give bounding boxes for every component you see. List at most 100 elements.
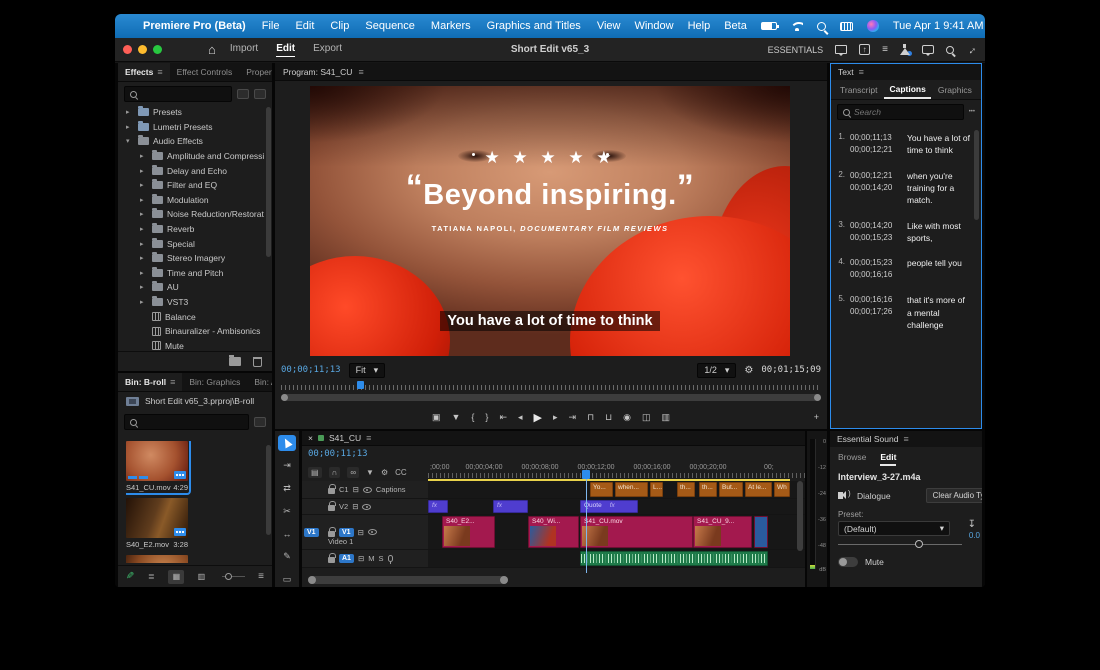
tree-item[interactable]: Balance <box>118 309 264 324</box>
workspace-label[interactable]: ESSENTIALS <box>768 45 824 55</box>
thumbnail-view-icon[interactable]: ▦ <box>168 570 184 584</box>
panel-menu-icon[interactable]: ≡ <box>170 377 175 387</box>
keyboard-icon[interactable] <box>840 22 853 31</box>
tab-edit[interactable]: Edit <box>880 452 896 466</box>
chevron-right-icon[interactable]: ▸ <box>140 298 148 306</box>
tab-sequence[interactable]: S4 <box>979 82 982 98</box>
caption-text[interactable]: when you're training for a match. <box>907 170 971 207</box>
track-visibility-icon[interactable] <box>362 504 371 510</box>
caption-clip[interactable]: L... <box>650 482 663 497</box>
timeline-settings-icon[interactable]: ⚙ <box>381 468 388 477</box>
slider-knob[interactable] <box>915 540 923 548</box>
lock-icon[interactable] <box>328 531 335 537</box>
mark-in-icon[interactable]: { <box>471 412 474 422</box>
video1-track[interactable]: S40_E2... S40_Wi... S41_CU.mov S41_CU_9.… <box>428 515 805 549</box>
caption-timecodes[interactable]: 00;00;11;1300;00;12;21 <box>850 132 902 157</box>
tab-bin-audio[interactable]: Bin: Au <box>247 373 272 391</box>
chevron-right-icon[interactable]: ▸ <box>140 240 148 248</box>
chevron-right-icon[interactable]: ▸ <box>140 181 148 189</box>
zoom-button[interactable] <box>153 45 162 54</box>
fullscreen-icon[interactable]: ↔ <box>963 41 979 57</box>
clip-thumbnail[interactable] <box>126 555 188 563</box>
caption-timecodes[interactable]: 00;00;12;2100;00;14;20 <box>850 170 902 207</box>
bin-scrollbar[interactable] <box>266 445 271 535</box>
delete-icon[interactable] <box>253 357 262 367</box>
caption-clip[interactable]: At le... <box>745 482 772 497</box>
beta-features-icon[interactable] <box>900 44 910 55</box>
clip-name[interactable]: S40_E2.mov <box>126 540 169 549</box>
tree-item[interactable]: ▸Amplitude and Compression <box>118 149 264 164</box>
caption-clip[interactable]: when... <box>615 482 648 497</box>
battery-icon[interactable] <box>761 22 777 30</box>
mute-toggle[interactable] <box>838 557 858 567</box>
video-clip[interactable]: S40_E2... <box>442 516 495 548</box>
program-scrollbar[interactable] <box>281 394 821 401</box>
save-preset-icon[interactable]: ↧ <box>968 519 976 530</box>
caption-clip[interactable]: Yo... <box>590 482 613 497</box>
quick-export-icon[interactable]: ↑ <box>859 44 870 55</box>
edit-pen-icon[interactable]: ✎ <box>126 571 134 582</box>
video-clip[interactable]: S40_Wi... <box>528 516 579 548</box>
pen-tool[interactable]: ✎ <box>278 549 296 565</box>
hand-tool[interactable]: ▭ <box>278 571 296 587</box>
stacked-panels-icon[interactable]: ≡ <box>882 44 888 55</box>
panel-menu-icon[interactable]: ≡ <box>358 67 363 77</box>
caption-text[interactable]: that it's more of a mental challenge <box>907 294 971 331</box>
caption-row[interactable]: 3. 00;00;14;2000;00;15;23 Like with most… <box>835 220 971 245</box>
32bit-effects-icon[interactable] <box>254 89 266 99</box>
menu-graphics-titles[interactable]: Graphics and Titles <box>487 20 581 32</box>
track-select-forward-tool[interactable]: ⇥ <box>278 458 296 474</box>
tab-bin-broll[interactable]: Bin: B-roll≡ <box>118 373 182 391</box>
nav-edit[interactable]: Edit <box>276 43 295 57</box>
track-c1-label[interactable]: C1 <box>339 485 349 494</box>
nest-toggle-icon[interactable]: ▤ <box>308 467 322 478</box>
audio-clip[interactable] <box>580 551 768 566</box>
graphic-clip[interactable]: fx <box>428 500 448 513</box>
insert-icon[interactable]: ◫ <box>642 412 651 423</box>
video2-track[interactable]: fx fx Quotefx <box>428 499 805 514</box>
tree-item[interactable]: ▸Special <box>118 236 264 251</box>
play-button[interactable]: ▶ <box>534 411 542 424</box>
graphic-clip-quote[interactable]: Quotefx <box>580 500 638 513</box>
video-clip[interactable]: S41_CU_9... <box>693 516 752 548</box>
step-forward-icon[interactable]: ▸ <box>553 412 558 423</box>
video-clip[interactable]: S41_CU.mov <box>580 516 693 548</box>
accelerated-effects-icon[interactable] <box>237 89 249 99</box>
caption-row[interactable]: 2. 00;00;12;2100;00;14;20 when you're tr… <box>835 170 971 207</box>
tab-graphics[interactable]: Graphics <box>933 82 977 98</box>
new-bin-icon[interactable] <box>229 357 241 366</box>
tab-captions[interactable]: Captions <box>884 81 930 99</box>
lock-icon[interactable] <box>328 488 335 494</box>
chevron-right-icon[interactable]: ▸ <box>140 225 148 233</box>
mute-track-button[interactable]: M <box>368 554 374 563</box>
chevron-right-icon[interactable]: ▸ <box>140 210 148 218</box>
bin-clip[interactable]: S40_E2.mov3:28 <box>126 498 188 549</box>
preset-dropdown[interactable]: (Default) ▾ <box>838 521 950 536</box>
go-to-in-icon[interactable]: ⇤ <box>499 412 507 423</box>
chevron-right-icon[interactable]: ▸ <box>140 167 148 175</box>
tree-item[interactable]: ▸Presets <box>118 105 264 120</box>
menu-clip[interactable]: Clip <box>330 20 349 32</box>
clear-audio-type-button[interactable]: Clear Audio Typ <box>926 488 982 503</box>
bin-breadcrumb[interactable]: Short Edit v65_3.prproj\B-roll <box>145 396 254 406</box>
workspaces-icon[interactable] <box>835 45 847 54</box>
spotlight-search-icon[interactable] <box>817 22 826 31</box>
sync-badge-icon[interactable]: ⊟ <box>353 485 359 494</box>
slip-tool[interactable]: ↔ <box>278 526 296 542</box>
sync-badge-icon[interactable]: ⊟ <box>358 528 364 537</box>
tab-properties[interactable]: Propertie <box>239 63 272 81</box>
tree-item[interactable]: ▸VST3 <box>118 295 264 310</box>
chevron-right-icon[interactable]: ▸ <box>126 123 134 131</box>
timeline-horizontal-scrollbar[interactable] <box>308 576 508 584</box>
timeline-vertical-scrollbar[interactable] <box>797 481 803 551</box>
menu-view[interactable]: View <box>597 20 621 32</box>
snap-icon[interactable]: ∩ <box>329 467 341 478</box>
caption-text[interactable]: You have a lot of time to think <box>907 132 971 157</box>
program-playhead[interactable] <box>357 381 364 389</box>
tab-effect-controls[interactable]: Effect Controls <box>170 63 240 81</box>
caption-clip[interactable]: Wh <box>774 482 790 497</box>
captions-track[interactable]: Yo... when... L... th... th... But... At… <box>428 481 805 498</box>
captions-search-input[interactable] <box>837 104 964 120</box>
wifi-icon[interactable] <box>791 22 803 31</box>
close-sequence-icon[interactable]: × <box>308 433 313 443</box>
